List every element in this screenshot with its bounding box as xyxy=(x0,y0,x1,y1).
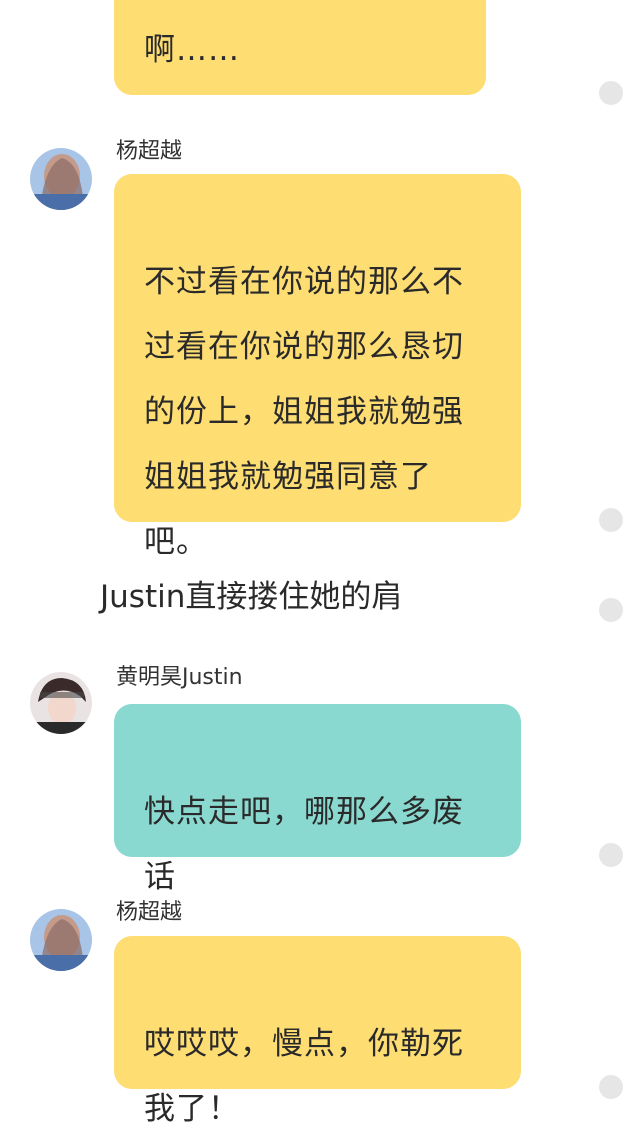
status-dot[interactable] xyxy=(599,1075,623,1099)
status-dot[interactable] xyxy=(599,508,623,532)
message-text: 有能不能劝管我照劝 啊…… xyxy=(144,32,240,68)
sender-name: 杨超越 xyxy=(116,900,183,925)
avatar-image xyxy=(30,672,92,734)
avatar-yang-chaoyue[interactable] xyxy=(30,148,92,210)
status-dot[interactable] xyxy=(599,598,623,622)
avatar-image xyxy=(30,148,92,210)
narration-text: Justin直接搂住她的肩 xyxy=(100,579,403,615)
message-text: 不过看在你说的那么不 过看在你说的那么恳切 的份上，姐姐我就勉强 姐姐我就勉强同… xyxy=(144,264,464,560)
message-bubble[interactable]: 哎哎哎，慢点，你勒死 我了！ xyxy=(114,936,521,1127)
avatar-justin[interactable] xyxy=(30,672,92,734)
avatar-yang-chaoyue[interactable] xyxy=(30,909,92,971)
message-bubble-partial: 有能不能劝管我照劝 啊…… xyxy=(114,0,486,95)
message-bubble[interactable]: 快点走吧，哪那么多废 话 xyxy=(114,704,521,895)
sender-name: 杨超越 xyxy=(116,139,183,164)
avatar-image xyxy=(30,909,92,971)
message-text: 哎哎哎，慢点，你勒死 我了！ xyxy=(144,1026,464,1127)
status-dot[interactable] xyxy=(599,843,623,867)
status-dot[interactable] xyxy=(599,81,623,105)
sender-name: 黄明昊Justin xyxy=(116,665,243,690)
message-bubble[interactable]: 不过看在你说的那么不 过看在你说的那么恳切 的份上，姐姐我就勉强 姐姐我就勉强同… xyxy=(114,174,521,560)
message-text: 快点走吧，哪那么多废 话 xyxy=(144,794,464,895)
